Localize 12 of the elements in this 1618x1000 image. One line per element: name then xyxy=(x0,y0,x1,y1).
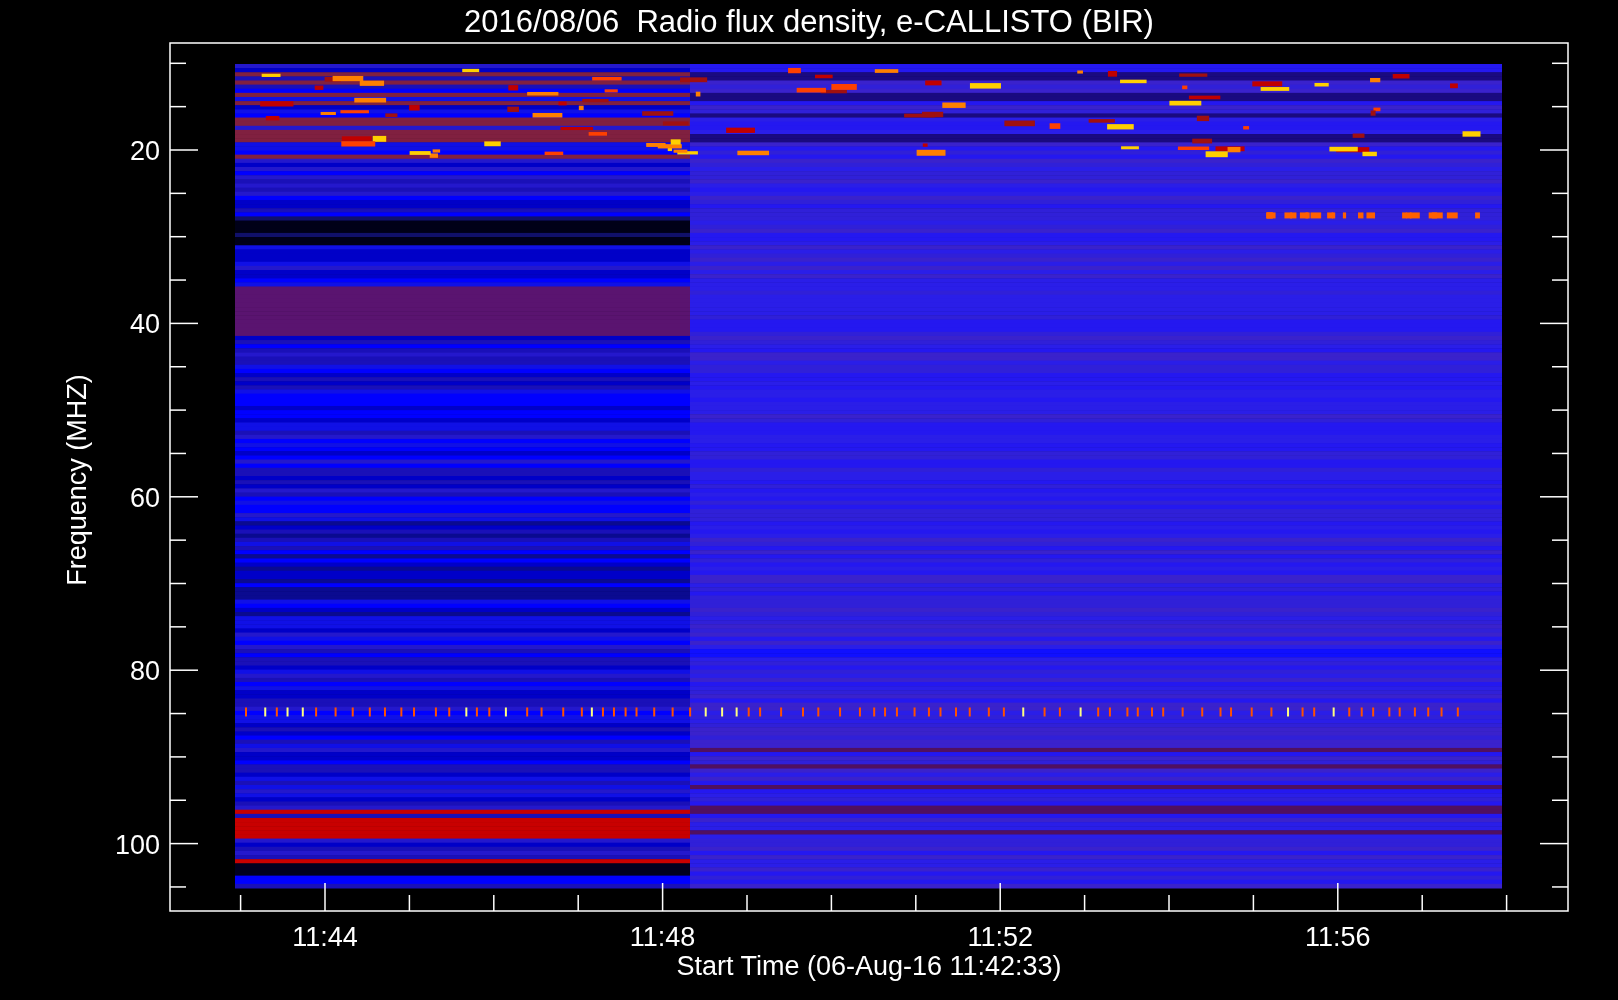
y-tick-label: 100 xyxy=(114,829,160,860)
y-tick-label: 40 xyxy=(129,309,160,340)
x-tick-label: 11:52 xyxy=(967,922,1033,952)
x-tick-label: 11:44 xyxy=(292,922,358,952)
y-tick-label: 80 xyxy=(129,656,160,687)
x-tick-label: 11:48 xyxy=(629,922,696,952)
x-tick-label: 11:56 xyxy=(1305,922,1371,952)
x-axis-label: Start Time (06-Aug-16 11:42:33) xyxy=(676,951,1062,981)
chart-title: 2016/08/06 Radio flux density, e-CALLISTO (BIR) xyxy=(464,4,1154,39)
y-tick-label: 20 xyxy=(129,136,160,166)
y-axis-label: Frequency (MHZ) xyxy=(62,374,92,586)
y-tick-label: 60 xyxy=(129,482,160,513)
